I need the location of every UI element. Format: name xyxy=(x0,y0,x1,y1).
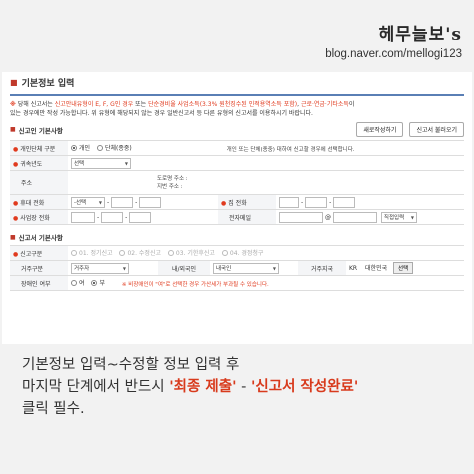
report-table: ● 신고구분 01. 정기신고 02. 수정신고 03. 기한후신고 04. 경정… xyxy=(10,245,464,291)
radio-disabled-no[interactable]: 부 xyxy=(91,278,105,287)
report-complete-highlight: '신고서 작성완료' xyxy=(250,379,359,395)
watermark: 헤무늘보's blog.naver.com/mellogi123 xyxy=(325,20,462,60)
table-row: ● 사업장 전화 -- 전자메일 @ 직접입력 ▼ xyxy=(10,209,464,225)
notice-text: ※ 당해 신고서는 신고안내유형이 E, F, G인 경우 또는 단순경비율 사… xyxy=(10,101,355,117)
chevron-down-icon: ▼ xyxy=(98,199,102,205)
email-at: @ xyxy=(325,213,331,221)
red-square-icon: ■ xyxy=(10,233,16,241)
road-address-label: 도로명 주소 : xyxy=(157,175,188,182)
table-row: ● 신고구분 01. 정기신고 02. 수정신고 03. 기한후신고 04. 경정… xyxy=(10,245,464,261)
filer-subhead: ■ 신고인 기본사항 새로작성하기 신고서 불러오기 xyxy=(10,122,464,137)
table-row: ● 휴대 전화 -선택 ▼ - - ● 집 전화 -- xyxy=(10,194,464,210)
radio-individual[interactable]: 개인 xyxy=(71,143,90,152)
radio-group[interactable]: 단체(종중) xyxy=(96,143,132,152)
resident-select[interactable]: 거주자 ▼ xyxy=(71,262,129,274)
mobile-mid-input[interactable] xyxy=(111,196,134,208)
radio-correction[interactable]: 04. 경정청구 xyxy=(221,248,263,257)
chevron-down-icon: ▼ xyxy=(410,214,414,220)
work-prefix-input[interactable] xyxy=(71,211,95,223)
section-title: ■ 기본정보 입력 xyxy=(10,74,464,91)
new-write-button[interactable]: 새로작성하기 xyxy=(356,122,404,137)
region-name: 대한민국 xyxy=(365,265,388,272)
filer-table: ● 개인단체 구분 개인 단체(종중) 개인 또는 단체(종중) 대하여 신고할 … xyxy=(10,140,464,225)
table-row: ● 귀속년도 선택 ▼ xyxy=(10,155,464,171)
watermark-title: 헤무늘보's xyxy=(378,25,462,45)
work-last-input[interactable] xyxy=(129,211,152,223)
email-domain-select[interactable]: 직접입력 ▼ xyxy=(380,211,417,223)
filer-header: 신고인 기본사항 xyxy=(18,126,63,135)
radio-late[interactable]: 03. 기한후신고 xyxy=(167,248,215,257)
red-square-icon: ■ xyxy=(10,126,16,133)
region-select-button[interactable]: 선택 xyxy=(393,262,414,274)
load-report-button[interactable]: 신고서 불러오기 xyxy=(409,122,464,137)
caption-text: 기본정보 입력~수정할 정보 입력 후 마지막 단계에서 반드시 '최종 제출'… xyxy=(22,357,359,417)
table-row: 장애인 여부 여 부 ※ 비장애인이 "여"로 선택한 경우 가산세가 부과될 … xyxy=(10,275,464,291)
form-panel: ■ 기본정보 입력 ※ 당해 신고서는 신고안내유형이 E, F, G인 경우 … xyxy=(2,72,472,344)
chevron-down-icon: ▼ xyxy=(272,265,276,271)
section-divider xyxy=(10,94,464,96)
nationality-select[interactable]: 내국인 ▼ xyxy=(213,262,279,274)
notice-bullet-icon: ※ xyxy=(10,101,16,108)
mobile-last-input[interactable] xyxy=(139,196,162,208)
home-mid-input[interactable] xyxy=(305,196,328,208)
region-code: KR xyxy=(349,265,358,272)
table-row: ● 개인단체 구분 개인 단체(종중) 개인 또는 단체(종중) 대하여 신고할 … xyxy=(10,140,464,156)
radio-regular[interactable]: 01. 정기신고 xyxy=(71,248,113,257)
chevron-down-icon: ▼ xyxy=(122,265,126,271)
final-submit-highlight: '최종 제출' xyxy=(169,379,237,395)
work-mid-input[interactable] xyxy=(101,211,124,223)
lot-address-label: 지번 주소 : xyxy=(157,183,183,190)
radio-disabled-yes[interactable]: 여 xyxy=(71,278,85,287)
watermark-url: blog.naver.com/mellogi123 xyxy=(325,48,462,60)
disabled-hint: ※ 비장애인이 "여"로 선택한 경우 가산세가 부과될 수 있습니다. xyxy=(121,281,269,288)
home-last-input[interactable] xyxy=(333,196,356,208)
table-row: 주소 도로명 주소 : 지번 주소 : xyxy=(10,170,464,195)
radio-amended[interactable]: 02. 수정신고 xyxy=(119,248,161,257)
mobile-prefix-select[interactable]: -선택 ▼ xyxy=(71,196,105,208)
year-select[interactable]: 선택 ▼ xyxy=(71,157,131,169)
report-header: 신고서 기본사항 xyxy=(18,234,63,242)
type-hint: 개인 또는 단체(종중) 대하여 신고할 경우에 선택합니다. xyxy=(226,146,355,153)
chevron-down-icon: ▼ xyxy=(124,160,128,166)
table-row: 거주구분 거주자 ▼ 내/외국인 내국인 ▼ 거주지국 KR 대한민국 선택 xyxy=(10,260,464,276)
report-subhead: ■ 신고서 기본사항 xyxy=(10,232,464,243)
email-domain-input[interactable] xyxy=(333,211,377,223)
red-square-icon: ■ xyxy=(10,78,18,87)
section-title-text: 기본정보 입력 xyxy=(21,79,75,89)
email-id-input[interactable] xyxy=(279,211,323,223)
home-prefix-input[interactable] xyxy=(279,196,299,208)
